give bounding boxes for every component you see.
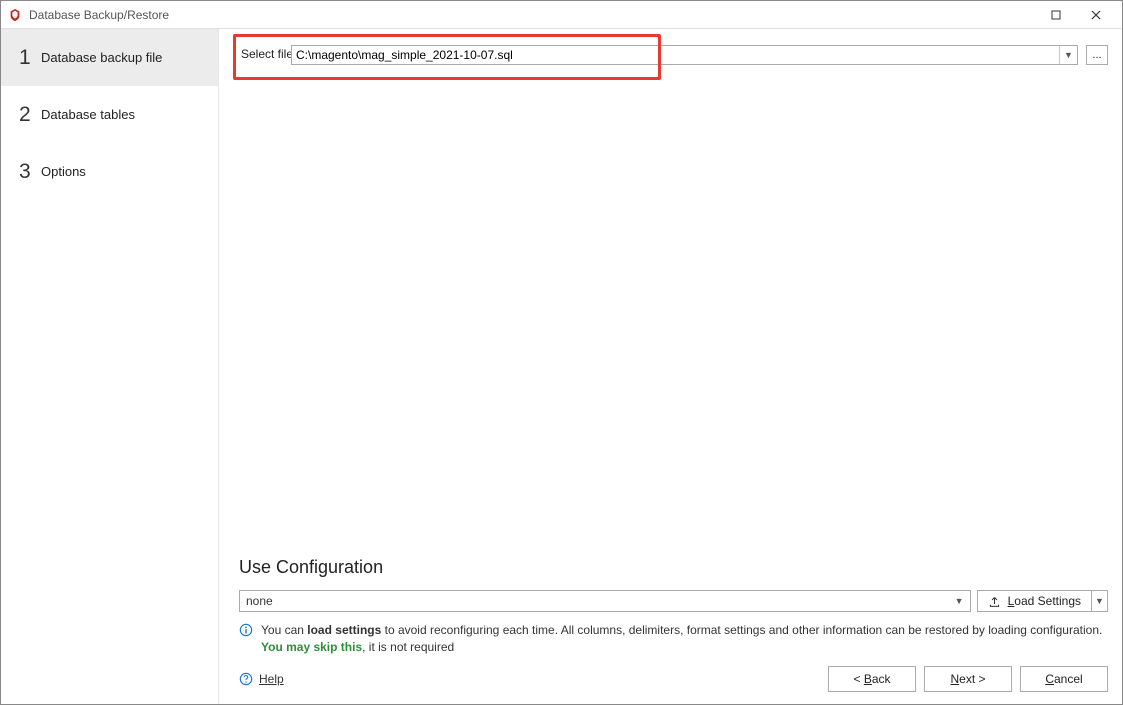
cancel-button[interactable]: Cancel xyxy=(1020,666,1108,692)
cancel-label: Cancel xyxy=(1045,672,1082,686)
window: Database Backup/Restore 1 Database backu… xyxy=(0,0,1123,705)
step-label: Database tables xyxy=(41,107,135,122)
load-settings-label: Load Settings xyxy=(1008,594,1081,608)
step-label: Options xyxy=(41,164,86,179)
help-label: Help xyxy=(259,672,284,686)
file-select-row: Select file ▼ ... xyxy=(219,29,1122,89)
wizard-sidebar: 1 Database backup file 2 Database tables… xyxy=(1,29,219,704)
titlebar: Database Backup/Restore xyxy=(1,1,1122,29)
step-number: 2 xyxy=(19,103,41,127)
footer: Help < Back Next > Cancel xyxy=(219,656,1122,704)
sidebar-step-backup-file[interactable]: 1 Database backup file xyxy=(1,29,218,86)
maximize-button[interactable] xyxy=(1036,3,1076,27)
window-title: Database Backup/Restore xyxy=(29,8,1036,22)
sidebar-step-options[interactable]: 3 Options xyxy=(1,143,218,200)
help-link[interactable]: Help xyxy=(233,672,284,686)
next-button[interactable]: Next > xyxy=(924,666,1012,692)
configuration-value: none xyxy=(246,594,955,608)
configuration-section: Use Configuration none ▼ Load Settings xyxy=(219,557,1122,612)
file-path-combo[interactable]: ▼ xyxy=(291,45,1078,65)
main-panel: Select file ▼ ... Use Configuration none… xyxy=(219,29,1122,704)
spacer xyxy=(219,89,1122,547)
step-number: 1 xyxy=(19,46,41,70)
body: 1 Database backup file 2 Database tables… xyxy=(1,29,1122,704)
configuration-select[interactable]: none ▼ xyxy=(239,590,971,612)
configuration-heading: Use Configuration xyxy=(233,557,1108,578)
chevron-down-icon[interactable]: ▼ xyxy=(1059,46,1077,64)
chevron-down-icon[interactable]: ▼ xyxy=(955,596,964,606)
step-label: Database backup file xyxy=(41,50,162,65)
app-icon xyxy=(7,7,23,23)
info-icon xyxy=(239,623,253,637)
upload-icon xyxy=(988,594,1002,608)
step-number: 3 xyxy=(19,160,41,184)
help-icon xyxy=(239,672,253,686)
load-settings-split[interactable]: ▼ xyxy=(1092,590,1108,612)
browse-label: ... xyxy=(1092,49,1101,61)
browse-button[interactable]: ... xyxy=(1086,45,1108,65)
next-label: Next > xyxy=(950,672,985,686)
back-button[interactable]: < Back xyxy=(828,666,916,692)
info-text: You can load settings to avoid reconfigu… xyxy=(261,622,1108,656)
load-settings-button[interactable]: Load Settings xyxy=(977,590,1092,612)
sidebar-step-tables[interactable]: 2 Database tables xyxy=(1,86,218,143)
load-settings-group: Load Settings ▼ xyxy=(977,590,1108,612)
back-label: < Back xyxy=(853,672,890,686)
info-message: You can load settings to avoid reconfigu… xyxy=(219,612,1122,656)
close-button[interactable] xyxy=(1076,3,1116,27)
select-file-label: Select file xyxy=(241,47,293,61)
configuration-row: none ▼ Load Settings ▼ xyxy=(233,590,1108,612)
file-path-input[interactable] xyxy=(292,46,1059,64)
